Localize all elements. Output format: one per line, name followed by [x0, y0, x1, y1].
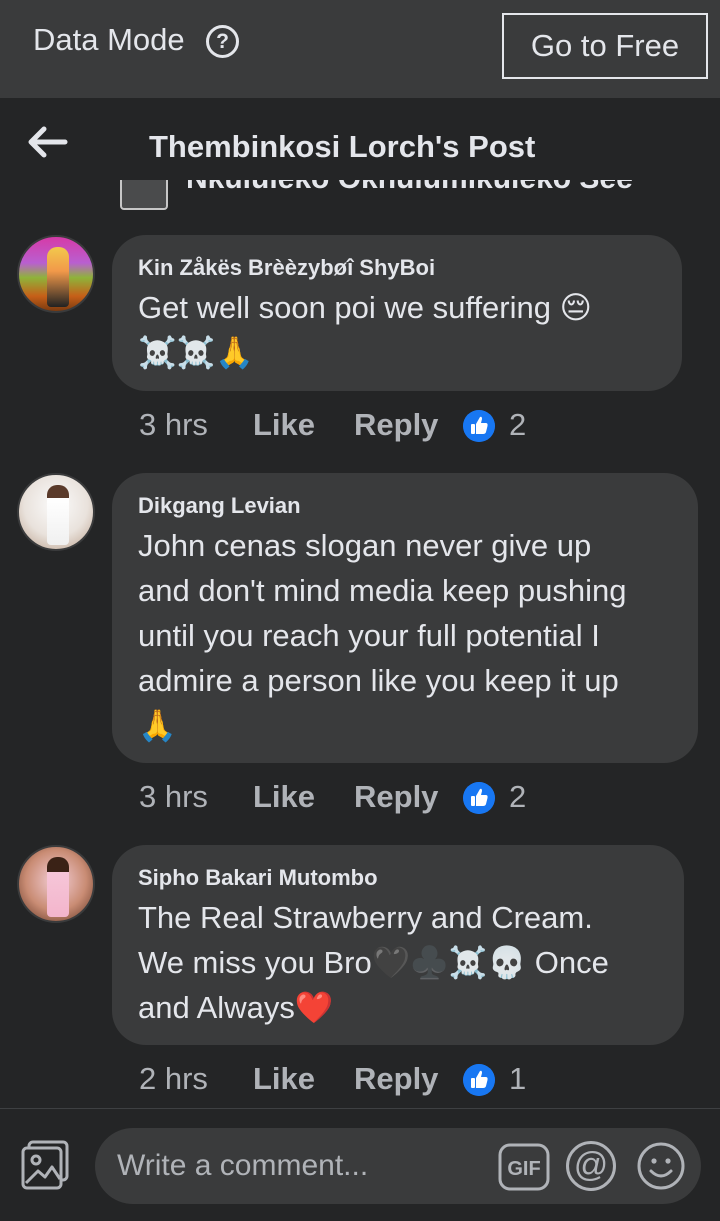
- comment-bubble[interactable]: Dikgang Levian John cenas slogan never g…: [112, 473, 698, 763]
- like-count[interactable]: 2: [509, 779, 526, 815]
- comment-text-line: Get well soon poi we suffering 😔: [138, 290, 592, 325]
- comment-text-line: admire a person like you keep it up: [138, 663, 619, 698]
- photo-icon[interactable]: [20, 1139, 72, 1191]
- comment-author[interactable]: Dikgang Levian: [138, 493, 301, 519]
- post-header: Thembinkosi Lorch's Post: [0, 98, 720, 188]
- comment-author[interactable]: Kin Zåkës Brèèzybøî ShyBoi: [138, 255, 435, 281]
- comment-timestamp[interactable]: 3 hrs: [139, 407, 208, 443]
- comment-text-line: ☠️☠️🙏: [138, 335, 254, 370]
- comment-text-line: The Real Strawberry and Cream.: [138, 900, 593, 935]
- comment-bubble[interactable]: Kin Zåkës Brèèzybøî ShyBoi Get well soon…: [112, 235, 682, 391]
- page-title: Thembinkosi Lorch's Post: [149, 129, 536, 164]
- comment-timestamp[interactable]: 3 hrs: [139, 779, 208, 815]
- comment-text-line: and Always❤️: [138, 990, 334, 1025]
- go-to-free-button[interactable]: Go to Free: [502, 13, 708, 79]
- comment-text-line: John cenas slogan never give up: [138, 528, 592, 563]
- comment-timestamp[interactable]: 2 hrs: [139, 1061, 208, 1097]
- image-thumbnail[interactable]: [120, 180, 168, 210]
- reply-button[interactable]: Reply: [354, 1061, 438, 1097]
- comment-text-line: 🙏: [138, 708, 177, 743]
- comment-text: Get well soon poi we suffering 😔 ☠️☠️🙏: [138, 285, 592, 375]
- like-button[interactable]: Like: [253, 1061, 315, 1097]
- comment-text-line: We miss you Bro🖤♣️☠️💀 Once: [138, 945, 609, 980]
- avatar[interactable]: [17, 845, 95, 923]
- comment-text: The Real Strawberry and Cream. We miss y…: [138, 895, 609, 1030]
- cutoff-comment-text: Nkululeko Okhulumikuleko See: [186, 180, 633, 196]
- mention-icon[interactable]: @: [566, 1141, 616, 1191]
- thumbs-up-icon[interactable]: [463, 410, 495, 442]
- comment-text-line: until you reach your full potential I: [138, 618, 600, 653]
- comment-actions: 3 hrs Like Reply 2: [139, 407, 559, 451]
- emoji-icon[interactable]: [636, 1141, 686, 1191]
- comment-text: John cenas slogan never give up and don'…: [138, 523, 626, 748]
- like-button[interactable]: Like: [253, 779, 315, 815]
- reply-button[interactable]: Reply: [354, 779, 438, 815]
- data-mode-bar: Data Mode ? Go to Free: [0, 0, 720, 98]
- comment-text-line: and don't mind media keep pushing: [138, 573, 627, 608]
- data-mode-label: Data Mode: [33, 22, 185, 57]
- like-button[interactable]: Like: [253, 407, 315, 443]
- help-icon[interactable]: ?: [206, 25, 239, 58]
- gif-label: GIF: [507, 1158, 540, 1180]
- like-count[interactable]: 1: [509, 1061, 526, 1097]
- reply-button[interactable]: Reply: [354, 407, 438, 443]
- gif-icon[interactable]: GIF: [498, 1143, 550, 1191]
- like-count[interactable]: 2: [509, 407, 526, 443]
- comment-composer: GIF @: [0, 1108, 720, 1221]
- arrow-left-icon[interactable]: [28, 126, 68, 158]
- comment-author[interactable]: Sipho Bakari Mutombo: [138, 865, 378, 891]
- comment-actions: 2 hrs Like Reply 1: [139, 1061, 559, 1105]
- avatar[interactable]: [17, 473, 95, 551]
- comment-bubble[interactable]: Sipho Bakari Mutombo The Real Strawberry…: [112, 845, 684, 1045]
- comment-actions: 3 hrs Like Reply 2: [139, 779, 559, 823]
- thumbs-up-icon[interactable]: [463, 1064, 495, 1096]
- cutoff-comment: Nkululeko Okhulumikuleko See: [118, 180, 698, 210]
- avatar[interactable]: [17, 235, 95, 313]
- thumbs-up-icon[interactable]: [463, 782, 495, 814]
